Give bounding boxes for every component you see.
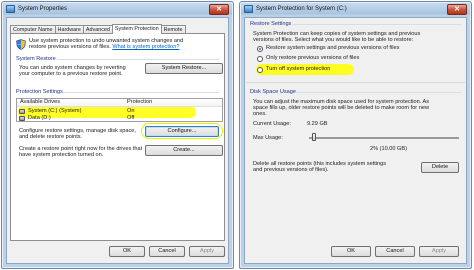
title-bar[interactable]: System Properties ✕ — [4, 3, 231, 16]
intro-line-2: restore previous versions of files. What… — [29, 44, 179, 51]
drive-name: Data (D:) — [28, 115, 51, 121]
drive-protection: Off — [127, 115, 135, 121]
current-usage-value: 9.29 GB — [307, 121, 328, 127]
system-properties-window: System Properties ✕ Computer Name Hardwar… — [1, 1, 234, 269]
apply-button[interactable]: Apply — [419, 246, 459, 257]
restore-settings-group-label: Restore Settings — [250, 21, 292, 27]
current-usage-label: Current Usage: — [253, 121, 291, 127]
option-label: Turn off system protection — [266, 66, 331, 72]
dialog-client: Restore Settings System Protection can k… — [244, 17, 467, 264]
group-divider — [295, 92, 461, 93]
option-label: Only restore previous versions of files — [266, 55, 360, 61]
drives-table-header: Available Drives Protection — [17, 99, 222, 107]
apply-button[interactable]: Apply — [189, 246, 225, 257]
cancel-button[interactable]: Cancel — [375, 246, 415, 257]
shield-icon — [16, 39, 26, 50]
title-bar[interactable]: System Protection for System (C:) ✕ — [242, 3, 469, 16]
system-restore-button[interactable]: System Restore... — [145, 63, 223, 74]
configure-text-line-2: and delete restore points. — [19, 134, 83, 140]
column-header-protection[interactable]: Protection — [127, 99, 152, 106]
column-header-available-drives[interactable]: Available Drives — [20, 99, 60, 106]
drive-name: System (C:) (System) — [28, 108, 82, 114]
window-title: System Properties — [18, 6, 68, 12]
slider-thumb[interactable] — [312, 133, 316, 141]
slider-track[interactable] — [309, 137, 459, 139]
option-restore-settings-and-files[interactable]: Restore system settings and previous ver… — [257, 45, 457, 53]
create-text-line-2: have system protection turned on. — [19, 152, 104, 158]
restore-text-line-2: your computer to a previous restore poin… — [19, 71, 123, 77]
cancel-button[interactable]: Cancel — [149, 246, 185, 257]
group-divider — [63, 92, 219, 93]
delete-button[interactable]: Delete — [421, 162, 459, 173]
max-usage-value: 2% (10.00 GB) — [370, 146, 407, 152]
disk-text-line-3: ones. — [253, 111, 267, 117]
close-icon[interactable]: ✕ — [209, 4, 229, 15]
close-icon[interactable]: ✕ — [447, 4, 467, 15]
restore-settings-text-line-2: versions of files. Select what you would… — [253, 37, 414, 43]
radio-unselected[interactable] — [257, 67, 263, 73]
radio-selected[interactable] — [257, 46, 263, 52]
disk-space-usage-group-label: Disk Space Usage — [250, 89, 297, 95]
group-divider — [57, 59, 219, 60]
ok-button[interactable]: OK — [109, 246, 145, 257]
option-only-previous-versions[interactable]: Only restore previous versions of files — [257, 55, 457, 63]
option-label: Restore system settings and previous ver… — [266, 45, 400, 51]
ok-button[interactable]: OK — [331, 246, 371, 257]
drive-protection: On — [127, 108, 135, 114]
disk-text-line-2: space fills up, older restore points wil… — [253, 105, 429, 111]
system-protection-panel: Use system protection to undo unwanted s… — [10, 33, 225, 241]
what-is-system-protection-link[interactable]: What is system protection? — [112, 44, 179, 50]
system-protection-window: System Protection for System (C:) ✕ Rest… — [239, 1, 472, 269]
section-divider — [246, 82, 465, 83]
drive-icon — [19, 116, 25, 121]
delete-text-line-2: and previous versions of files). — [253, 167, 329, 173]
window-title: System Protection for System (C:) — [256, 6, 347, 12]
window-icon — [244, 5, 253, 13]
option-turn-off-system-protection[interactable]: Turn off system protection — [257, 66, 457, 74]
drive-icon — [19, 109, 25, 114]
group-divider — [293, 24, 461, 25]
protection-settings-group-label: Protection Settings — [16, 89, 63, 95]
max-usage-label: Max Usage: — [253, 135, 283, 141]
system-restore-group-label: System Restore — [16, 56, 56, 62]
create-button[interactable]: Create... — [145, 145, 223, 156]
max-usage-slider[interactable] — [309, 132, 459, 144]
tab-system-protection[interactable]: System Protection — [111, 24, 162, 34]
table-row[interactable]: Data (D:) Off — [17, 115, 222, 122]
intro-line-2-text: restore previous versions of files. — [29, 44, 111, 50]
table-row[interactable]: System (C:) (System) On — [17, 108, 222, 115]
configure-button[interactable]: Configure... — [145, 126, 219, 137]
window-icon — [6, 5, 15, 13]
radio-unselected[interactable] — [257, 56, 263, 62]
drives-table: Available Drives Protection System (C:) … — [16, 98, 223, 122]
dialog-client: Computer Name Hardware Advanced System Prot… — [6, 17, 229, 264]
